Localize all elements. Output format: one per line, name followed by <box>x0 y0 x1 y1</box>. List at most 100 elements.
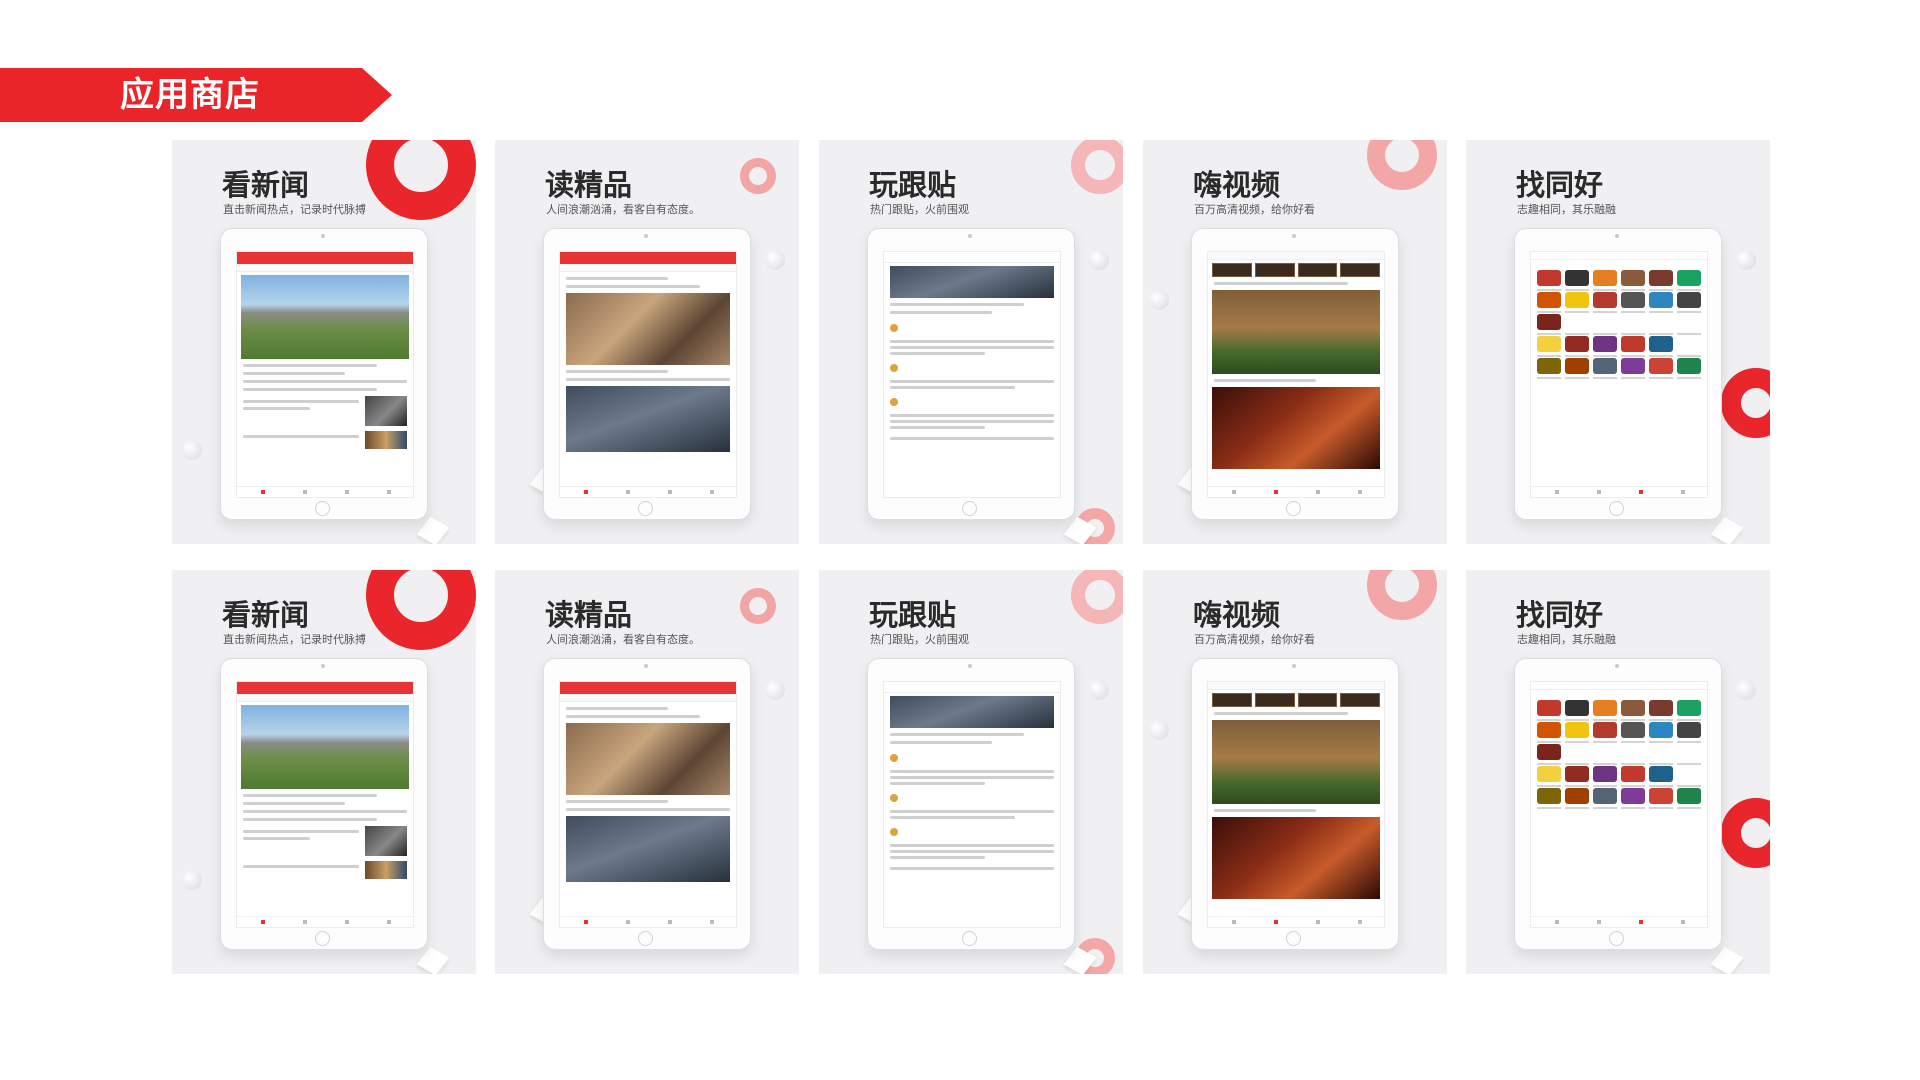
group-icon[interactable] <box>1677 766 1701 782</box>
group-icon[interactable] <box>1621 788 1645 804</box>
group-icon[interactable] <box>1565 336 1589 352</box>
sphere-decoration <box>182 870 202 890</box>
group-icon[interactable] <box>1677 314 1701 330</box>
group-icon[interactable] <box>1649 336 1673 352</box>
group-icon[interactable] <box>1649 700 1673 716</box>
group-icon[interactable] <box>1593 788 1617 804</box>
group-icon[interactable] <box>1621 722 1645 738</box>
card-title: 读精品 <box>545 600 633 632</box>
sphere-decoration <box>182 440 202 460</box>
group-icon[interactable] <box>1621 292 1645 308</box>
group-icon[interactable] <box>1565 744 1589 760</box>
group-icon[interactable] <box>1677 744 1701 760</box>
app-screenshot-card: 读精品 人间浪潮汹涌，看客自有态度。 <box>495 140 799 544</box>
group-icon[interactable] <box>1677 292 1701 308</box>
bottom-tab-bar <box>237 486 413 497</box>
group-icon[interactable] <box>1537 722 1561 738</box>
group-icon[interactable] <box>1565 270 1589 286</box>
group-icon[interactable] <box>1649 358 1673 374</box>
group-icon[interactable] <box>1677 700 1701 716</box>
topic-text-line <box>890 733 1024 736</box>
comments-nav-bar <box>884 682 1060 693</box>
comment-input-bar[interactable] <box>890 437 1054 440</box>
news-text-line <box>243 380 407 383</box>
group-icon[interactable] <box>1621 314 1645 330</box>
group-icon[interactable] <box>1537 270 1561 286</box>
group-icon[interactable] <box>1537 744 1561 760</box>
camera-dot <box>321 234 325 238</box>
group-icon[interactable] <box>1677 270 1701 286</box>
group-icon[interactable] <box>1677 358 1701 374</box>
group-icon[interactable] <box>1621 336 1645 352</box>
group-icon[interactable] <box>1621 270 1645 286</box>
group-icon[interactable] <box>1565 292 1589 308</box>
group-icon[interactable] <box>1565 722 1589 738</box>
card-subtitle: 人间浪潮汹涌，看客自有态度。 <box>546 204 700 216</box>
group-icon[interactable] <box>1593 270 1617 286</box>
group-icon[interactable] <box>1649 766 1673 782</box>
group-icon[interactable] <box>1649 788 1673 804</box>
group-icon[interactable] <box>1677 722 1701 738</box>
group-icon[interactable] <box>1677 336 1701 352</box>
group-icon[interactable] <box>1593 744 1617 760</box>
headline-text-line <box>243 364 377 367</box>
comment-input-bar[interactable] <box>890 867 1054 870</box>
article-title-line <box>566 707 669 710</box>
group-icon[interactable] <box>1537 788 1561 804</box>
comment-post <box>890 319 1054 355</box>
group-icon[interactable] <box>1593 314 1617 330</box>
group-icon[interactable] <box>1649 722 1673 738</box>
app-screenshot-card: 找同好 志趣相同，其乐融融 <box>1466 570 1770 974</box>
group-icon[interactable] <box>1621 744 1645 760</box>
group-icon[interactable] <box>1621 358 1645 374</box>
bottom-tab-bar <box>1531 916 1707 927</box>
ipad-device-frame <box>543 228 751 520</box>
home-button <box>638 931 653 946</box>
article-title-line <box>566 285 700 288</box>
red-ring-decoration <box>1071 570 1123 624</box>
group-icon[interactable] <box>1537 700 1561 716</box>
video-category-chips <box>1212 263 1380 277</box>
group-icon[interactable] <box>1565 358 1589 374</box>
movie-video-thumbnail[interactable] <box>1212 817 1380 899</box>
movie-video-thumbnail[interactable] <box>1212 387 1380 469</box>
group-icon[interactable] <box>1677 788 1701 804</box>
group-icon[interactable] <box>1537 358 1561 374</box>
home-button <box>638 501 653 516</box>
camera-dot <box>644 234 648 238</box>
group-icon[interactable] <box>1537 314 1561 330</box>
dance-video-thumbnail[interactable] <box>1212 720 1380 804</box>
bottom-tab-bar <box>560 916 736 927</box>
group-icon[interactable] <box>1537 336 1561 352</box>
home-button <box>1286 501 1301 516</box>
ipad-device-frame <box>867 228 1075 520</box>
dance-video-thumbnail[interactable] <box>1212 290 1380 374</box>
group-icon[interactable] <box>1621 700 1645 716</box>
group-icon[interactable] <box>1593 766 1617 782</box>
group-icon[interactable] <box>1621 766 1645 782</box>
video-category-chips <box>1212 693 1380 707</box>
group-icon[interactable] <box>1593 722 1617 738</box>
group-icon[interactable] <box>1593 292 1617 308</box>
group-icon[interactable] <box>1537 766 1561 782</box>
group-icon[interactable] <box>1649 270 1673 286</box>
app-screenshot-card: 看新闻 直击新闻热点，记录时代脉搏 <box>172 140 476 544</box>
video-meta-line <box>1214 809 1317 812</box>
group-icon[interactable] <box>1565 766 1589 782</box>
group-icon[interactable] <box>1649 744 1673 760</box>
red-ring-decoration <box>366 140 476 220</box>
group-icon[interactable] <box>1649 292 1673 308</box>
group-icon[interactable] <box>1565 788 1589 804</box>
camera-dot <box>968 664 972 668</box>
group-icon[interactable] <box>1565 700 1589 716</box>
group-icon[interactable] <box>1537 292 1561 308</box>
read-app-screen <box>559 251 737 498</box>
group-icon[interactable] <box>1593 336 1617 352</box>
group-icon[interactable] <box>1649 314 1673 330</box>
read-channel-tabs <box>560 694 736 702</box>
sphere-decoration <box>1736 250 1756 270</box>
headline-text-line <box>243 372 346 375</box>
group-icon[interactable] <box>1565 314 1589 330</box>
group-icon[interactable] <box>1593 358 1617 374</box>
group-icon[interactable] <box>1593 700 1617 716</box>
